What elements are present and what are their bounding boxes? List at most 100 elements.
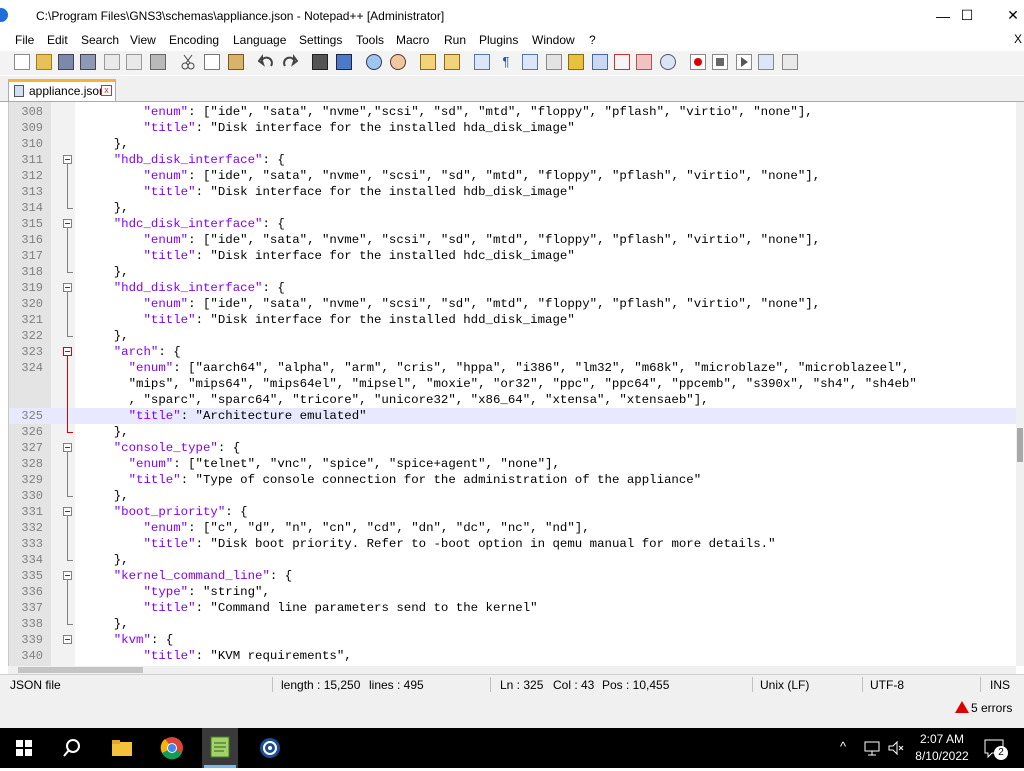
- code-line[interactable]: , "sparc", "sparc64", "tricore", "unicor…: [9, 392, 1017, 408]
- copy-icon[interactable]: [204, 54, 220, 70]
- code-line[interactable]: 326 },: [9, 424, 1017, 440]
- close-window-button[interactable]: ✕: [990, 0, 1024, 31]
- function-list-icon[interactable]: [592, 54, 608, 70]
- save-all-icon[interactable]: [80, 54, 96, 70]
- eye-icon[interactable]: [660, 54, 676, 70]
- menu-view[interactable]: View: [130, 33, 156, 47]
- menu-file[interactable]: File: [15, 33, 34, 47]
- code-line[interactable]: 334 },: [9, 552, 1017, 568]
- code-line[interactable]: 327 "console_type": {: [9, 440, 1017, 456]
- paste-icon[interactable]: [228, 54, 244, 70]
- menu-plugins[interactable]: Plugins: [479, 33, 518, 47]
- code-line[interactable]: 316 "enum": ["ide", "sata", "nvme", "scs…: [9, 232, 1017, 248]
- notepadpp-taskbar-icon[interactable]: [202, 728, 238, 768]
- user-language-icon[interactable]: [546, 54, 562, 70]
- code-line[interactable]: 322 },: [9, 328, 1017, 344]
- tab-appliance-json[interactable]: appliance.json x: [8, 79, 116, 101]
- fold-toggle-icon[interactable]: [63, 155, 72, 164]
- folder-workspace-icon[interactable]: [614, 54, 630, 70]
- menu-search[interactable]: Search: [81, 33, 119, 47]
- code-line[interactable]: 318 },: [9, 264, 1017, 280]
- horizontal-scroll-thumb[interactable]: [18, 667, 143, 673]
- code-editor[interactable]: 308 "enum": ["ide", "sata", "nvme","scsi…: [8, 102, 1017, 666]
- save-icon[interactable]: [58, 54, 74, 70]
- fold-toggle-icon[interactable]: [63, 347, 72, 356]
- code-line[interactable]: 321 "title": "Disk interface for the ins…: [9, 312, 1017, 328]
- menu-run[interactable]: Run: [444, 33, 466, 47]
- search-icon[interactable]: [60, 736, 84, 760]
- maximize-button[interactable]: ☐: [944, 0, 990, 31]
- status-eol[interactable]: Unix (LF): [760, 678, 809, 692]
- chrome-icon[interactable]: [160, 736, 184, 760]
- code-line[interactable]: 312 "enum": ["ide", "sata", "nvme", "scs…: [9, 168, 1017, 184]
- zoom-out-icon[interactable]: [390, 54, 406, 70]
- code-line[interactable]: 314 },: [9, 200, 1017, 216]
- code-line[interactable]: "mips", "mips64", "mips64el", "mipsel", …: [9, 376, 1017, 392]
- tab-close-icon[interactable]: x: [101, 85, 112, 96]
- show-hidden-icons-icon[interactable]: ^: [840, 739, 846, 754]
- menu-settings[interactable]: Settings: [299, 33, 342, 47]
- code-line[interactable]: 309 "title": "Disk interface for the ins…: [9, 120, 1017, 136]
- indent-guide-icon[interactable]: [522, 54, 538, 70]
- code-line[interactable]: 320 "enum": ["ide", "sata", "nvme", "scs…: [9, 296, 1017, 312]
- menu-language[interactable]: Language: [233, 33, 286, 47]
- replace-icon[interactable]: [336, 54, 352, 70]
- fold-toggle-icon[interactable]: [63, 443, 72, 452]
- code-line[interactable]: 308 "enum": ["ide", "sata", "nvme","scsi…: [9, 104, 1017, 120]
- code-line[interactable]: 337 "title": "Command line parameters se…: [9, 600, 1017, 616]
- play-macro-icon[interactable]: [736, 54, 752, 70]
- code-line[interactable]: 330 },: [9, 488, 1017, 504]
- sync-vertical-icon[interactable]: [420, 54, 436, 70]
- redo-icon[interactable]: [282, 54, 299, 70]
- code-line[interactable]: 339 "kvm": {: [9, 632, 1017, 648]
- run-macro-multiple-icon[interactable]: [758, 54, 774, 70]
- print-icon[interactable]: [150, 54, 166, 70]
- cut-icon[interactable]: [180, 54, 196, 70]
- show-all-chars-icon[interactable]: ¶: [498, 54, 514, 70]
- vertical-scrollbar[interactable]: [1016, 102, 1024, 666]
- code-line[interactable]: 324 "enum": ["aarch64", "alpha", "arm", …: [9, 360, 1017, 376]
- close-icon[interactable]: [104, 54, 120, 70]
- gns3-icon[interactable]: [258, 736, 282, 760]
- clock-time[interactable]: 2:07 AM: [912, 732, 972, 746]
- code-line[interactable]: 323 "arch": {: [9, 344, 1017, 360]
- clock-date[interactable]: 8/10/2022: [910, 749, 974, 763]
- current-code-line[interactable]: 325 "title": "Architecture emulated": [9, 408, 1017, 424]
- undo-icon[interactable]: [257, 54, 274, 70]
- volume-muted-icon[interactable]: [884, 736, 908, 760]
- record-macro-icon[interactable]: [690, 54, 706, 70]
- menu-close-doc-button[interactable]: X: [1014, 32, 1022, 46]
- fold-toggle-icon[interactable]: [63, 283, 72, 292]
- menu-tools[interactable]: Tools: [356, 33, 384, 47]
- stop-macro-icon[interactable]: [712, 54, 728, 70]
- code-line[interactable]: 329 "title": "Type of console connection…: [9, 472, 1017, 488]
- status-encoding[interactable]: UTF-8: [870, 678, 904, 692]
- code-line[interactable]: 311 "hdb_disk_interface": {: [9, 152, 1017, 168]
- code-line[interactable]: 338 },: [9, 616, 1017, 632]
- find-icon[interactable]: [312, 54, 328, 70]
- code-line[interactable]: 340 "title": "KVM requirements",: [9, 648, 1017, 664]
- horizontal-scrollbar[interactable]: [8, 666, 1016, 674]
- fold-toggle-icon[interactable]: [63, 635, 72, 644]
- fold-toggle-icon[interactable]: [63, 219, 72, 228]
- menu-edit[interactable]: Edit: [47, 33, 68, 47]
- file-explorer-icon[interactable]: [110, 736, 134, 760]
- word-wrap-icon[interactable]: [474, 54, 490, 70]
- document-map-icon[interactable]: [568, 54, 584, 70]
- zoom-in-icon[interactable]: [366, 54, 382, 70]
- code-line[interactable]: 313 "title": "Disk interface for the ins…: [9, 184, 1017, 200]
- vertical-scroll-thumb[interactable]: [1017, 428, 1023, 462]
- save-macro-icon[interactable]: [782, 54, 798, 70]
- monitor-icon[interactable]: [636, 54, 652, 70]
- fold-toggle-icon[interactable]: [63, 507, 72, 516]
- code-line[interactable]: 317 "title": "Disk interface for the ins…: [9, 248, 1017, 264]
- new-file-icon[interactable]: [14, 54, 30, 70]
- sync-horizontal-icon[interactable]: [444, 54, 460, 70]
- windows-start-icon[interactable]: [12, 736, 36, 760]
- close-all-icon[interactable]: [126, 54, 142, 70]
- error-count[interactable]: 5 errors: [971, 701, 1012, 715]
- code-line[interactable]: 331 "boot_priority": {: [9, 504, 1017, 520]
- code-line[interactable]: 310 },: [9, 136, 1017, 152]
- fold-toggle-icon[interactable]: [63, 571, 72, 580]
- network-icon[interactable]: [860, 736, 884, 760]
